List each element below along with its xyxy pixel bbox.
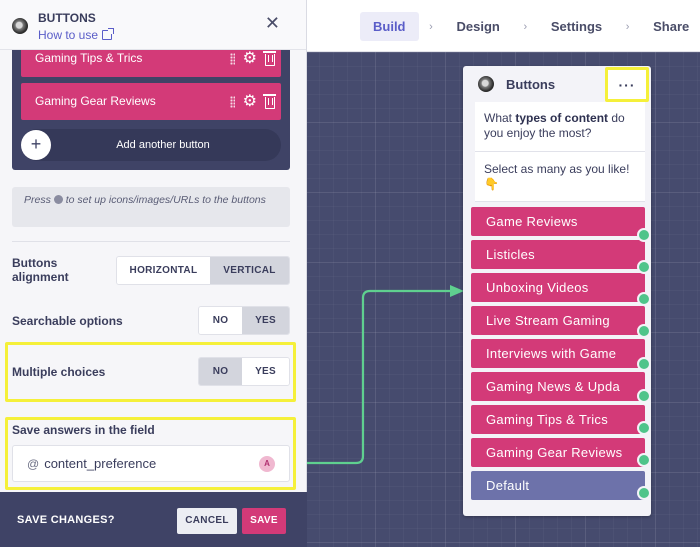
plus-icon[interactable]: + bbox=[21, 130, 51, 160]
variable-prefix: @ bbox=[27, 456, 40, 471]
more-dots-icon: ··· bbox=[618, 76, 636, 93]
choice-button[interactable]: Listicles bbox=[471, 240, 645, 269]
save-field-value[interactable]: content_preference bbox=[44, 456, 156, 471]
output-port[interactable] bbox=[637, 357, 651, 371]
choice-button[interactable]: Gaming Tips & Trics bbox=[471, 405, 645, 434]
choice-button[interactable]: Game Reviews bbox=[471, 207, 645, 236]
multiple-choices-toggle: NO YES bbox=[198, 357, 290, 386]
connector-line bbox=[307, 289, 456, 465]
multiple-choices-label: Multiple choices bbox=[12, 365, 106, 379]
output-port[interactable] bbox=[637, 486, 651, 500]
bot-message-question: What types of content do you enjoy the m… bbox=[475, 102, 645, 152]
searchable-toggle: NO YES bbox=[198, 306, 290, 335]
buttons-block-card[interactable]: Buttons ··· What types of content do you… bbox=[463, 66, 651, 516]
more-options-button[interactable]: ··· bbox=[605, 67, 649, 102]
multiple-yes-option[interactable]: YES bbox=[242, 358, 289, 385]
output-port[interactable] bbox=[637, 260, 651, 274]
choice-button[interactable]: Live Stream Gaming bbox=[471, 306, 645, 335]
drag-handle-icon[interactable] bbox=[229, 95, 235, 108]
block-logo-icon bbox=[12, 18, 28, 34]
searchable-yes-option[interactable]: YES bbox=[242, 307, 289, 334]
choice-list: Game Reviews Listicles Unboxing Videos L… bbox=[463, 207, 651, 500]
output-port[interactable] bbox=[637, 228, 651, 242]
output-port[interactable] bbox=[637, 453, 651, 467]
button-label[interactable]: Gaming Tips & Trics bbox=[35, 51, 142, 65]
panel-header: BUTTONS How to use ✕ bbox=[0, 0, 306, 50]
choice-button[interactable]: Gaming Gear Reviews bbox=[471, 438, 645, 467]
panel-footer: SAVE CHANGES? CANCEL SAVE bbox=[0, 492, 307, 547]
alignment-vertical-option[interactable]: VERTICAL bbox=[209, 257, 289, 284]
panel-title: BUTTONS bbox=[38, 11, 96, 25]
hint-text: Press bbox=[24, 194, 51, 206]
add-button-label: Add another button bbox=[116, 139, 210, 151]
button-editor-item[interactable]: Gaming Gear Reviews ⚙ bbox=[21, 83, 281, 120]
message-bold-text: types of content bbox=[515, 111, 609, 125]
bot-message-instruction: Select as many as you like! 👇 bbox=[475, 152, 645, 202]
output-port[interactable] bbox=[637, 389, 651, 403]
choice-button[interactable]: Interviews with Game bbox=[471, 339, 645, 368]
arrow-head-icon bbox=[450, 285, 464, 297]
alignment-horizontal-option[interactable]: HORIZONTAL bbox=[117, 257, 210, 284]
drag-handle-icon[interactable] bbox=[229, 52, 235, 65]
save-button[interactable]: SAVE bbox=[242, 508, 286, 534]
searchable-label: Searchable options bbox=[12, 314, 123, 328]
how-to-use-link[interactable]: How to use bbox=[38, 28, 115, 42]
trash-icon[interactable] bbox=[263, 51, 276, 66]
message-text: Select as many as you like! bbox=[484, 162, 630, 176]
gear-icon[interactable]: ⚙ bbox=[243, 50, 257, 67]
variable-type-badge: A bbox=[259, 456, 275, 472]
external-link-icon bbox=[102, 28, 115, 40]
block-settings-panel: Gaming Tips & Trics ⚙ Gaming Gear Review… bbox=[0, 0, 307, 547]
choice-button[interactable]: Unboxing Videos bbox=[471, 273, 645, 302]
block-logo-icon bbox=[478, 76, 494, 92]
pointing-down-icon: 👇 bbox=[484, 177, 499, 191]
close-icon[interactable]: ✕ bbox=[265, 14, 280, 32]
block-title: Buttons bbox=[506, 76, 556, 92]
button-label[interactable]: Gaming Gear Reviews bbox=[35, 94, 156, 108]
alignment-label: Buttons alignment bbox=[12, 256, 69, 284]
how-to-use-text[interactable]: How to use bbox=[38, 28, 98, 42]
cancel-button[interactable]: CANCEL bbox=[177, 508, 237, 534]
gear-icon[interactable]: ⚙ bbox=[243, 93, 257, 110]
divider bbox=[12, 241, 290, 242]
choice-button[interactable]: Gaming News & Upda bbox=[471, 372, 645, 401]
save-field-input[interactable]: @ content_preference A bbox=[12, 445, 290, 482]
output-port[interactable] bbox=[637, 421, 651, 435]
searchable-no-option[interactable]: NO bbox=[199, 307, 243, 334]
add-another-button[interactable]: + Add another button bbox=[21, 129, 281, 161]
hint-text: to set up icons/images/URLs to the butto… bbox=[65, 194, 266, 206]
trash-icon[interactable] bbox=[263, 94, 276, 109]
save-field-label: Save answers in the field bbox=[12, 423, 155, 437]
default-choice-button[interactable]: Default bbox=[471, 471, 645, 500]
output-port[interactable] bbox=[637, 292, 651, 306]
alignment-toggle: HORIZONTAL VERTICAL bbox=[116, 256, 290, 285]
hint-box: Press to set up icons/images/URLs to the… bbox=[12, 187, 290, 227]
button-tools: ⚙ bbox=[229, 83, 276, 120]
gear-icon bbox=[53, 195, 63, 204]
message-text: What bbox=[484, 111, 516, 125]
output-port[interactable] bbox=[637, 324, 651, 338]
multiple-no-option[interactable]: NO bbox=[199, 358, 243, 385]
save-changes-label: SAVE CHANGES? bbox=[17, 514, 115, 526]
